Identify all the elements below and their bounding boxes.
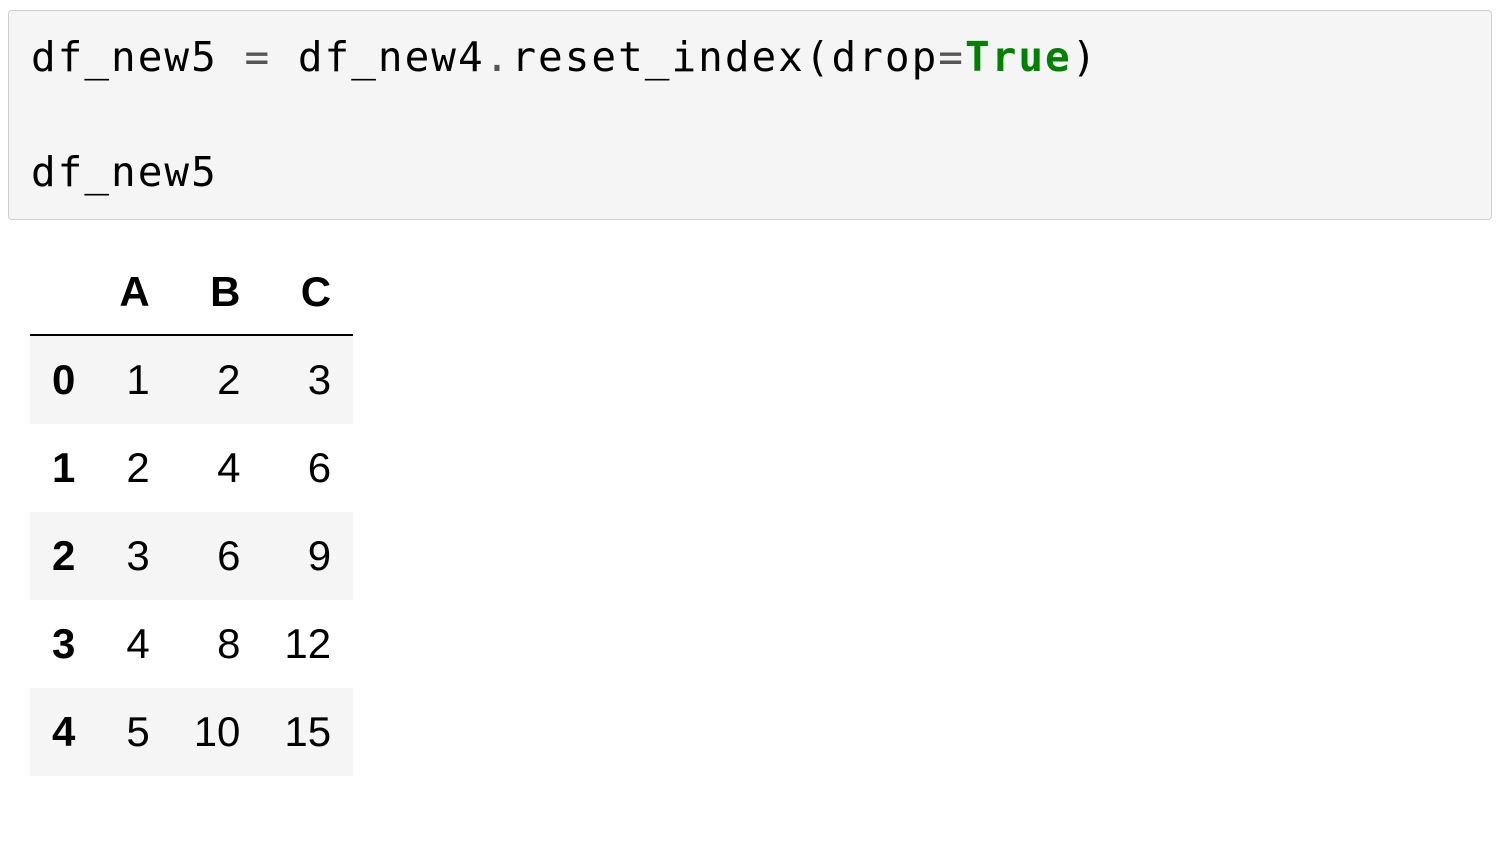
table-cell: 4	[97, 600, 171, 688]
row-index: 1	[30, 424, 97, 512]
table-cell: 9	[262, 512, 353, 600]
table-cell: 4	[172, 424, 263, 512]
row-index: 3	[30, 600, 97, 688]
table-cell: 5	[97, 688, 171, 776]
table-row: 2 3 6 9	[30, 512, 353, 600]
column-header: B	[172, 250, 263, 335]
column-header: A	[97, 250, 171, 335]
table-cell: 2	[97, 424, 171, 512]
code-text: df_new5	[31, 148, 218, 196]
code-text: df_new4	[271, 33, 484, 81]
table-row: 4 5 10 15	[30, 688, 353, 776]
code-input-cell[interactable]: df_new5 = df_new4.reset_index(drop=True)…	[8, 10, 1492, 220]
table-cell: 15	[262, 688, 353, 776]
code-operator: .	[485, 33, 512, 81]
table-row: 3 4 8 12	[30, 600, 353, 688]
table-cell: 3	[262, 335, 353, 424]
table-row: 1 2 4 6	[30, 424, 353, 512]
dataframe-table: A B C 0 1 2 3 1 2 4 6 2 3 6 9	[30, 250, 353, 776]
table-cell: 12	[262, 600, 353, 688]
code-operator: =	[938, 33, 965, 81]
table-cell: 1	[97, 335, 171, 424]
table-cell: 10	[172, 688, 263, 776]
code-text: reset_index(drop	[511, 33, 938, 81]
row-index: 0	[30, 335, 97, 424]
row-index: 2	[30, 512, 97, 600]
code-operator: =	[244, 33, 271, 81]
table-body: 0 1 2 3 1 2 4 6 2 3 6 9 3 4 8 12	[30, 335, 353, 776]
table-cell: 3	[97, 512, 171, 600]
table-header: A B C	[30, 250, 353, 335]
column-header: C	[262, 250, 353, 335]
row-index: 4	[30, 688, 97, 776]
code-keyword: True	[965, 33, 1072, 81]
table-row: 0 1 2 3	[30, 335, 353, 424]
index-header	[30, 250, 97, 335]
code-text: df_new5	[31, 33, 244, 81]
output-area: A B C 0 1 2 3 1 2 4 6 2 3 6 9	[0, 250, 1500, 776]
code-text: )	[1072, 33, 1099, 81]
table-cell: 2	[172, 335, 263, 424]
table-cell: 8	[172, 600, 263, 688]
table-cell: 6	[172, 512, 263, 600]
table-cell: 6	[262, 424, 353, 512]
